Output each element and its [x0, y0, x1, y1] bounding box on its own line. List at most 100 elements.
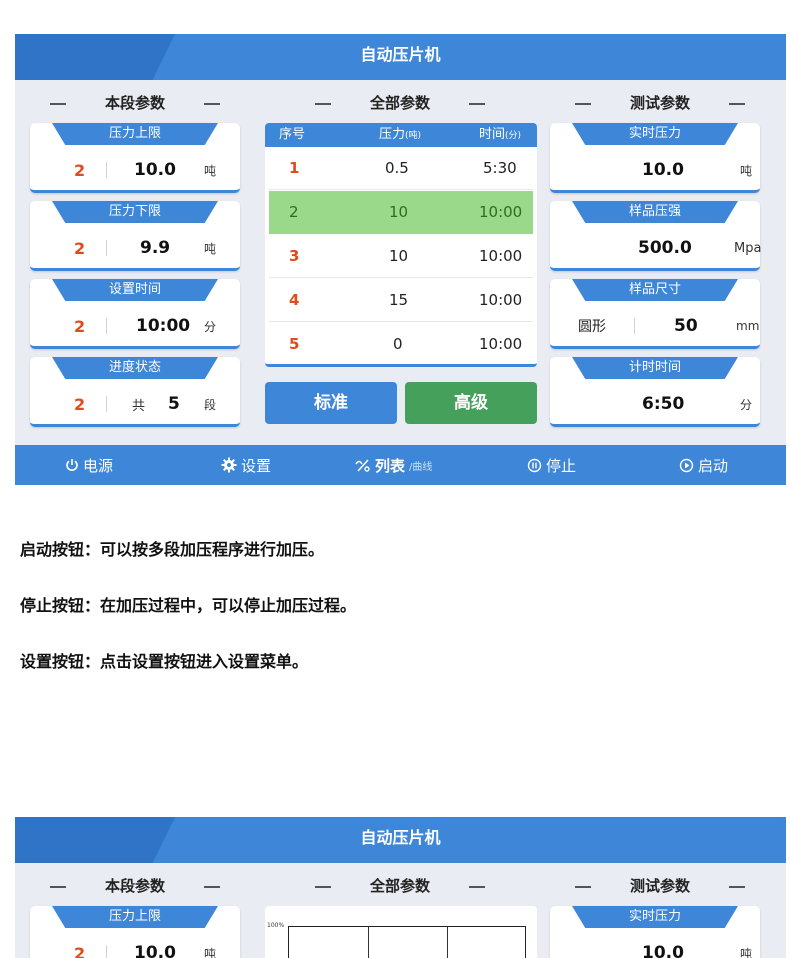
card-label: 实时压力: [572, 123, 738, 145]
card-label: 样品尺寸: [572, 279, 738, 301]
section-current-heading: 本段参数: [20, 876, 250, 896]
card-label: 压力上限: [52, 906, 218, 928]
sample-pressure-value: 500.0: [638, 238, 692, 258]
card-progress-status: 进度状态 2 共 5 段: [30, 357, 240, 427]
nav-start-label: 启动: [698, 456, 729, 475]
section-test-heading: 测试参数: [545, 93, 775, 113]
sample-size-value: 50: [674, 316, 698, 336]
nav-settings[interactable]: 设置: [221, 445, 271, 485]
set-time-value: 10:00: [136, 316, 191, 336]
section-all-heading: 全部参数: [285, 876, 515, 896]
nav-settings-label: 设置: [241, 456, 272, 475]
unit-label: 吨: [204, 241, 217, 256]
press-curve-panel: 自动压片机 本段参数 全部参数 测试参数 压力上限 2 10.0 吨 100% …: [15, 817, 786, 958]
app-title: 自动压片机: [360, 828, 441, 847]
card-label: 实时压力: [572, 906, 738, 928]
realtime-pressure-value: 10.0: [642, 943, 684, 958]
pressure-upper-value: 10.0: [134, 160, 176, 180]
card-label: 进度状态: [52, 357, 218, 379]
unit-label: 段: [204, 397, 217, 412]
table-row[interactable]: 4 15 10:00: [269, 279, 533, 322]
divider: [634, 318, 635, 334]
grid-line: [447, 927, 448, 958]
bottom-nav-bar: 电源 设置 列表/曲线 停止 启动: [15, 445, 786, 485]
nav-stop[interactable]: 停止: [527, 445, 576, 485]
standard-button[interactable]: 标准: [265, 382, 397, 424]
header-time: 时间(分): [479, 127, 522, 142]
card-label: 设置时间: [52, 279, 218, 301]
sample-shape: 圆形: [578, 319, 606, 335]
row-time: 10:00: [479, 247, 523, 265]
row-pressure: 0.5: [385, 159, 409, 177]
segment-index: 2: [74, 238, 86, 258]
nav-stop-label: 停止: [546, 456, 577, 475]
unit-label: Mpa: [734, 240, 762, 256]
title-bar: 自动压片机: [15, 817, 786, 863]
row-seq: 3: [289, 247, 300, 265]
header-seq: 序号: [279, 127, 306, 142]
section-all-heading: 全部参数: [285, 93, 515, 113]
desc-settings: 设置按钮：点击设置按钮进入设置菜单。: [20, 652, 309, 671]
section-test-heading: 测试参数: [545, 876, 775, 896]
row-pressure: 0: [393, 335, 403, 353]
row-pressure: 15: [389, 291, 409, 309]
divider: [106, 240, 107, 256]
press-control-panel: 自动压片机 本段参数 全部参数 测试参数 压力上限 2 10.0 吨 压力下限 …: [15, 34, 786, 485]
table-header: 序号 压力(吨) 时间(分): [265, 123, 537, 147]
row-seq: 2: [289, 203, 299, 221]
divider: [106, 945, 107, 958]
table-row[interactable]: 3 10 10:00: [269, 235, 533, 278]
nav-curve-label: /曲线: [409, 461, 433, 473]
app-title: 自动压片机: [360, 45, 441, 64]
desc-start: 启动按钮：可以按多段加压程序进行加压。: [20, 540, 325, 559]
card-set-time[interactable]: 设置时间 2 10:00 分: [30, 279, 240, 349]
card-pressure-lower[interactable]: 压力下限 2 9.9 吨: [30, 201, 240, 271]
play-icon: [679, 458, 694, 472]
row-seq: 5: [289, 335, 300, 353]
row-time: 10:00: [479, 291, 523, 309]
timer-value: 6:50: [642, 394, 685, 414]
card-pressure-upper[interactable]: 压力上限 2 10.0 吨: [30, 906, 240, 958]
row-pressure: 10: [389, 247, 409, 265]
nav-list[interactable]: 列表/曲线: [355, 445, 432, 485]
table-row[interactable]: 1 0.5 5:30: [269, 147, 533, 190]
nav-power[interactable]: 电源: [65, 445, 113, 485]
total-prefix: 共: [132, 398, 146, 414]
nav-start[interactable]: 启动: [679, 445, 728, 485]
grid-line: [368, 927, 369, 958]
segment-index: 2: [74, 160, 86, 180]
unit-label: 吨: [204, 946, 217, 958]
unit-label: 吨: [740, 163, 753, 178]
divider: [106, 318, 107, 334]
segment-index: 2: [74, 316, 86, 336]
nav-power-label: 电源: [83, 456, 114, 475]
row-seq: 1: [289, 159, 300, 177]
card-realtime-pressure: 实时压力 10.0 吨: [550, 906, 760, 958]
card-label: 压力上限: [52, 123, 218, 145]
row-time: 5:30: [483, 159, 517, 177]
list-curve-icon: [355, 459, 370, 472]
nav-list-label: 列表: [375, 456, 406, 475]
segment-index: 2: [74, 394, 86, 414]
section-current-heading: 本段参数: [20, 93, 250, 113]
header-pressure: 压力(吨): [379, 127, 422, 142]
row-time: 10:00: [479, 203, 523, 221]
pressure-lower-value: 9.9: [140, 238, 171, 258]
title-bar: 自动压片机: [15, 34, 786, 80]
chart-y-max-label: 100%: [267, 922, 285, 929]
card-label: 样品压强: [572, 201, 738, 223]
card-sample-size[interactable]: 样品尺寸 圆形 50 mm: [550, 279, 760, 349]
desc-stop: 停止按钮：在加压过程中，可以停止加压过程。: [20, 596, 357, 615]
total-segments-value: 5: [168, 394, 180, 414]
table-row[interactable]: 5 0 10:00: [269, 323, 533, 364]
table-row-active[interactable]: 2 10 10:00: [269, 191, 533, 234]
advanced-button[interactable]: 高级: [405, 382, 537, 424]
card-pressure-upper[interactable]: 压力上限 2 10.0 吨: [30, 123, 240, 193]
unit-label: 吨: [204, 163, 217, 178]
segment-table: 序号 压力(吨) 时间(分) 1 0.5 5:30 2 10 10:00 3 1…: [265, 123, 537, 367]
unit-label: 分: [740, 397, 753, 412]
row-time: 10:00: [479, 335, 523, 353]
pressure-upper-value: 10.0: [134, 943, 176, 958]
card-label: 计时时间: [572, 357, 738, 379]
unit-label: mm: [736, 319, 760, 333]
